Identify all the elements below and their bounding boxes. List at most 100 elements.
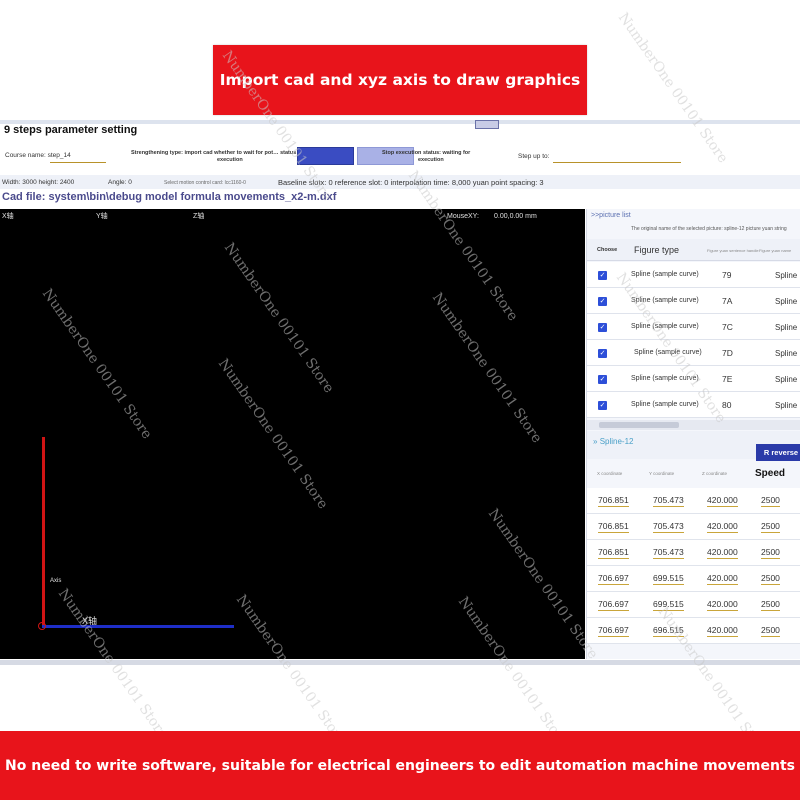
speed-value[interactable]: 2500 [761,495,780,507]
picture-list-panel: >>picture list The original name of the … [586,209,800,659]
reverse-button[interactable]: R reverse [756,444,800,461]
figure-code: 7E [722,374,733,384]
coordinate-row[interactable]: 706.851 705.473 420.000 2500 [587,488,800,514]
product-image: Import cad and xyz axis to draw graphics… [0,0,800,800]
figure-code: 79 [722,270,732,280]
y-value[interactable]: 705.473 [653,547,684,559]
angle-info: Angle: 0 [108,179,132,186]
z-value[interactable]: 420.000 [707,547,738,559]
strengthening-type-label: Strengthening type: import cad whether t… [131,150,297,156]
checkbox-checked-icon[interactable]: ✓ [598,297,607,306]
spline-title-text: Spline-12 [599,437,634,446]
figure-name: Spline [775,401,798,410]
col-z-coordinate: Z coordinate [702,471,728,476]
step-up-label: Step up to: [518,153,550,160]
checkbox-checked-icon[interactable]: ✓ [598,375,607,384]
picture-table-header: Choose Figure type Figure yuan sentence … [587,239,800,261]
y-axis-line [42,437,45,627]
table-row[interactable]: ✓ Spline (sample curve) 7A Spline [587,288,800,314]
col-x-coordinate: X coordinate [597,471,623,476]
x-value[interactable]: 706.851 [598,547,629,559]
coordinate-row[interactable]: 706.697 699.515 420.000 2500 [587,592,800,618]
coordinate-row[interactable]: 706.697 699.515 420.000 2500 [587,566,800,592]
speed-value[interactable]: 2500 [761,625,780,637]
table-row[interactable]: ✓ Spline (sample curve) 7C Spline [587,314,800,340]
collapse-tab[interactable] [475,120,499,129]
scroll-thumb[interactable] [599,422,679,428]
col-figure-type: Figure type [634,245,680,255]
x-axis-line [42,625,234,628]
z-value[interactable]: 420.000 [707,599,738,611]
info-strip: Width: 3000 height: 2400 Angle: 0 Select… [0,175,800,189]
figure-type: Spline (sample curve) [631,271,699,278]
cad-file-path: Cad file: system\bin\debug model formula… [2,191,337,203]
z-value[interactable]: 420.000 [707,625,738,637]
y-value[interactable]: 699.515 [653,573,684,585]
origin-marker [38,622,46,630]
y-value[interactable]: 699.515 [653,599,684,611]
table-row[interactable]: ✓ Spline (sample curve) 7D Spline [587,340,800,366]
page-title: 9 steps parameter setting [4,124,138,136]
figure-type: Spline (sample curve) [631,323,699,330]
drawing-canvas[interactable]: X轴 Y轴 Z轴 MouseXY: 0.00,0.00 mm Axis X轴 [0,209,585,659]
y-value[interactable]: 705.473 [653,495,684,507]
figure-name: Spline [775,375,798,384]
table-row[interactable]: ✓ Spline (sample curve) 7E Spline [587,366,800,392]
step-up-input[interactable] [553,162,681,163]
x-value[interactable]: 706.697 [598,573,629,585]
speed-value[interactable]: 2500 [761,573,780,585]
coordinate-row[interactable]: 706.851 705.473 420.000 2500 [587,514,800,540]
picture-list-header: >>picture list [591,212,631,219]
execute-button[interactable] [297,147,354,165]
figure-code: 7C [722,322,733,332]
table-row[interactable]: ✓ Spline (sample curve) 79 Spline [587,262,800,288]
y-axis-tag: Y轴 [96,213,108,220]
figure-code: 7A [722,296,733,306]
figure-type: Spline (sample curve) [634,349,702,356]
speed-value[interactable]: 2500 [761,599,780,611]
figure-name: Spline [775,297,798,306]
spline-title: » Spline-12 [593,437,634,446]
z-value[interactable]: 420.000 [707,521,738,533]
selected-picture-desc: The original name of the selected pictur… [631,226,787,232]
picture-list-scrollbar[interactable] [587,420,800,430]
figure-code: 7D [722,348,733,358]
mouse-coord-label: MouseXY: [447,213,479,220]
top-banner: Import cad and xyz axis to draw graphics [213,45,587,115]
coordinate-table-header: X coordinate Y coordinate Z coordinate S… [587,461,800,487]
col-figure-code: Figure yuan sentence handle [707,248,759,253]
axis-label: Axis [50,578,62,584]
z-value[interactable]: 420.000 [707,495,738,507]
x-axis-tag: X轴 [2,213,14,220]
window-bottom-scrollbar[interactable] [0,660,800,665]
mouse-coord-value: 0.00,0.00 mm [494,213,537,220]
double-chevron-icon: » [593,437,598,446]
z-value[interactable]: 420.000 [707,573,738,585]
x-axis-label: X轴 [82,616,98,626]
y-value[interactable]: 696.515 [653,625,684,637]
figure-type: Spline (sample curve) [631,297,699,304]
checkbox-checked-icon[interactable]: ✓ [598,271,607,280]
x-value[interactable]: 706.697 [598,599,629,611]
col-speed: Speed [755,468,786,479]
figure-type: Spline (sample curve) [631,401,699,408]
x-value[interactable]: 706.851 [598,521,629,533]
coordinate-row[interactable]: 706.851 705.473 420.000 2500 [587,540,800,566]
y-value[interactable]: 705.473 [653,521,684,533]
figure-name: Spline [775,349,798,358]
table-row[interactable]: ✓ Spline (sample curve) 80 Spline [587,392,800,418]
speed-value[interactable]: 2500 [761,521,780,533]
col-y-coordinate: Y coordinate [649,471,675,476]
speed-value[interactable]: 2500 [761,547,780,559]
z-axis-tag: Z轴 [193,213,205,220]
figure-code: 80 [722,400,732,410]
figure-name: Spline [775,271,798,280]
checkbox-checked-icon[interactable]: ✓ [598,349,607,358]
canvas-size-info: Width: 3000 height: 2400 [2,179,75,186]
x-value[interactable]: 706.851 [598,495,629,507]
checkbox-checked-icon[interactable]: ✓ [598,401,607,410]
checkbox-checked-icon[interactable]: ✓ [598,323,607,332]
coordinate-row[interactable]: 706.697 696.515 420.000 2500 [587,618,800,644]
spline-header: » Spline-12 R reverse [587,431,800,461]
x-value[interactable]: 706.697 [598,625,629,637]
